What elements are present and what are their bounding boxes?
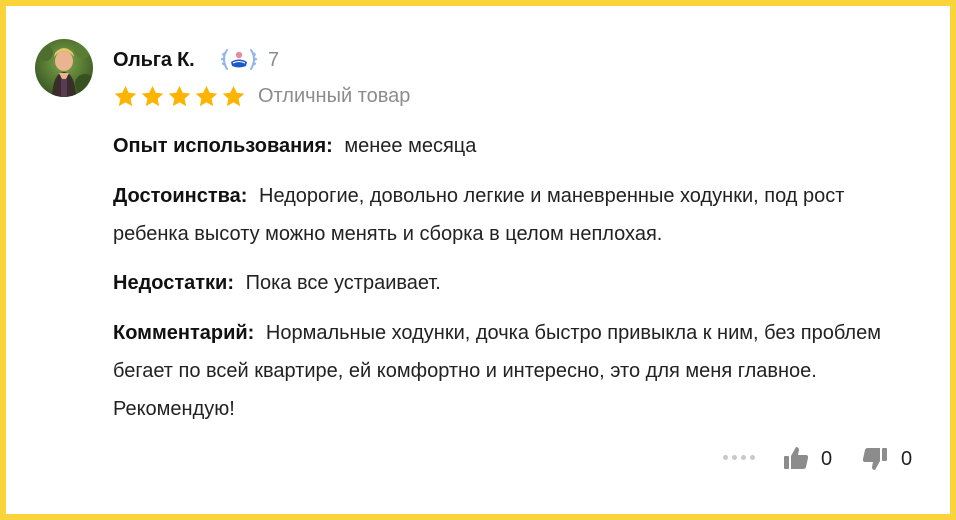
- star-icon: [168, 85, 191, 107]
- review-card: Ольга К. 7 Отличный товар Опыт использов…: [0, 0, 956, 520]
- badge-count: 7: [268, 49, 280, 71]
- pros-section: Достоинства: Недорогие, довольно легкие …: [113, 177, 913, 253]
- thumbs-down-icon[interactable]: [862, 446, 888, 472]
- pros-label: Достоинства:: [113, 185, 248, 207]
- more-dots-icon[interactable]: [723, 455, 755, 460]
- dislike-count: 0: [901, 448, 913, 470]
- star-icon: [114, 85, 137, 107]
- star-icon: [222, 85, 245, 107]
- author-name[interactable]: Ольга К.: [113, 49, 195, 72]
- cons-value: Пока все устраивает.: [245, 272, 441, 294]
- experience-section: Опыт использования: менее месяца: [113, 127, 913, 165]
- cons-label: Недостатки:: [113, 272, 235, 294]
- comment-section: Комментарий: Нормальные ходунки, дочка б…: [113, 314, 913, 428]
- avatar[interactable]: [35, 39, 93, 97]
- rating-text: Отличный товар: [258, 85, 411, 107]
- star-icon: [195, 85, 218, 107]
- laurel-badge-icon[interactable]: [215, 47, 263, 73]
- cons-section: Недостатки: Пока все устраивает.: [113, 264, 913, 302]
- thumbs-up-icon[interactable]: [783, 445, 809, 471]
- experience-value: менее месяца: [344, 135, 477, 157]
- like-count: 0: [821, 448, 833, 470]
- star-icon: [141, 85, 164, 107]
- comment-label: Комментарий:: [113, 322, 255, 344]
- experience-label: Опыт использования:: [113, 135, 333, 157]
- rating-stars: [113, 84, 246, 109]
